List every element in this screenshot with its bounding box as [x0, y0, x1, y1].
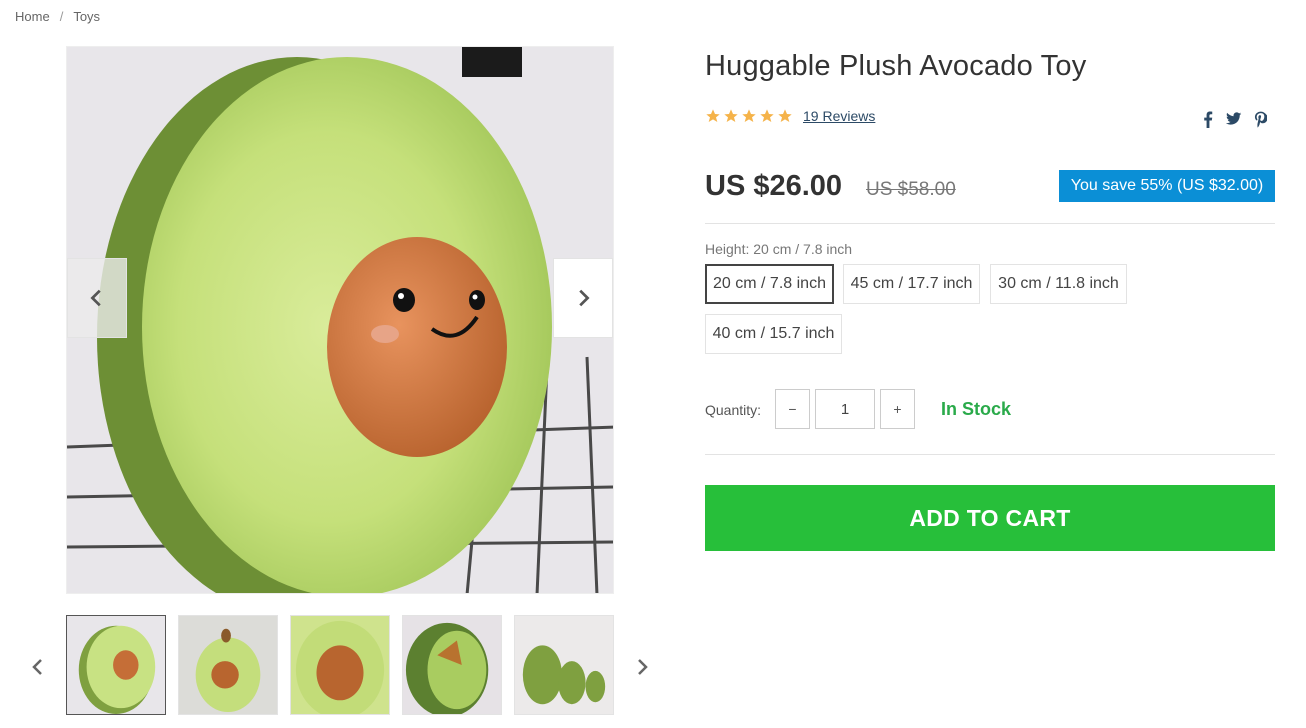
avocado-thumbnail-image	[291, 616, 389, 714]
product-title: Huggable Plush Avocado Toy	[705, 50, 1087, 82]
original-price: US $58.00	[866, 179, 956, 200]
stock-status: In Stock	[941, 399, 1012, 419]
star-icon	[724, 109, 738, 122]
breadcrumb-home-link[interactable]: Home	[15, 9, 50, 24]
savings-badge: You save 55% (US $32.00)	[1059, 170, 1275, 202]
thumbnail-1[interactable]	[66, 615, 166, 715]
variant-label-text: Height:	[705, 241, 750, 257]
share-buttons	[1200, 110, 1268, 128]
avocado-photo	[67, 47, 613, 593]
star-icon	[778, 109, 792, 122]
quantity-increase-button[interactable]: +	[880, 389, 915, 429]
add-to-cart-button[interactable]: ADD TO CART	[705, 485, 1275, 551]
chevron-left-icon	[90, 289, 101, 307]
star-icon	[760, 109, 774, 122]
twitter-icon[interactable]	[1226, 110, 1242, 128]
thumbnail-prev-button[interactable]	[27, 652, 47, 682]
quantity-label: Quantity:	[705, 402, 762, 418]
breadcrumb-separator: /	[59, 9, 64, 24]
thumbnail-2[interactable]	[178, 615, 278, 715]
thumbnail-4[interactable]	[402, 615, 502, 715]
variant-label: Height: 20 cm / 7.8 inch	[705, 241, 852, 257]
main-product-image[interactable]	[66, 46, 614, 594]
avocado-thumbnail-image	[515, 616, 613, 714]
variant-selected-value: 20 cm / 7.8 inch	[753, 241, 853, 257]
quantity-input[interactable]	[815, 389, 875, 429]
chevron-right-icon	[638, 659, 648, 675]
avocado-thumbnail-image	[67, 616, 165, 714]
variant-option-40cm[interactable]: 40 cm / 15.7 inch	[705, 314, 842, 354]
avocado-thumbnail-image	[403, 616, 501, 714]
thumbnail-strip	[66, 615, 614, 715]
star-icon	[742, 109, 756, 122]
variant-option-20cm[interactable]: 20 cm / 7.8 inch	[705, 264, 834, 304]
thumbnail-5[interactable]	[514, 615, 614, 715]
facebook-icon[interactable]	[1200, 110, 1216, 128]
reviews-link[interactable]: 19 Reviews	[803, 108, 875, 124]
image-next-button[interactable]	[553, 258, 613, 338]
star-rating	[705, 108, 793, 124]
variant-option-45cm[interactable]: 45 cm / 17.7 inch	[843, 264, 980, 304]
star-icon	[706, 109, 720, 122]
thumbnail-next-button[interactable]	[633, 652, 653, 682]
avocado-thumbnail-image	[179, 616, 277, 714]
quantity-decrease-button[interactable]: −	[775, 389, 810, 429]
divider	[705, 223, 1275, 224]
pinterest-icon[interactable]	[1252, 110, 1268, 128]
breadcrumb-current-link[interactable]: Toys	[73, 9, 100, 24]
thumbnail-3[interactable]	[290, 615, 390, 715]
chevron-left-icon	[32, 659, 42, 675]
breadcrumb: Home / Toys	[15, 9, 100, 24]
image-prev-button[interactable]	[67, 258, 127, 338]
variant-option-30cm[interactable]: 30 cm / 11.8 inch	[990, 264, 1127, 304]
product-rating: 19 Reviews	[705, 108, 875, 124]
current-price: US $26.00	[705, 170, 843, 202]
divider	[705, 454, 1275, 455]
chevron-right-icon	[579, 289, 590, 307]
